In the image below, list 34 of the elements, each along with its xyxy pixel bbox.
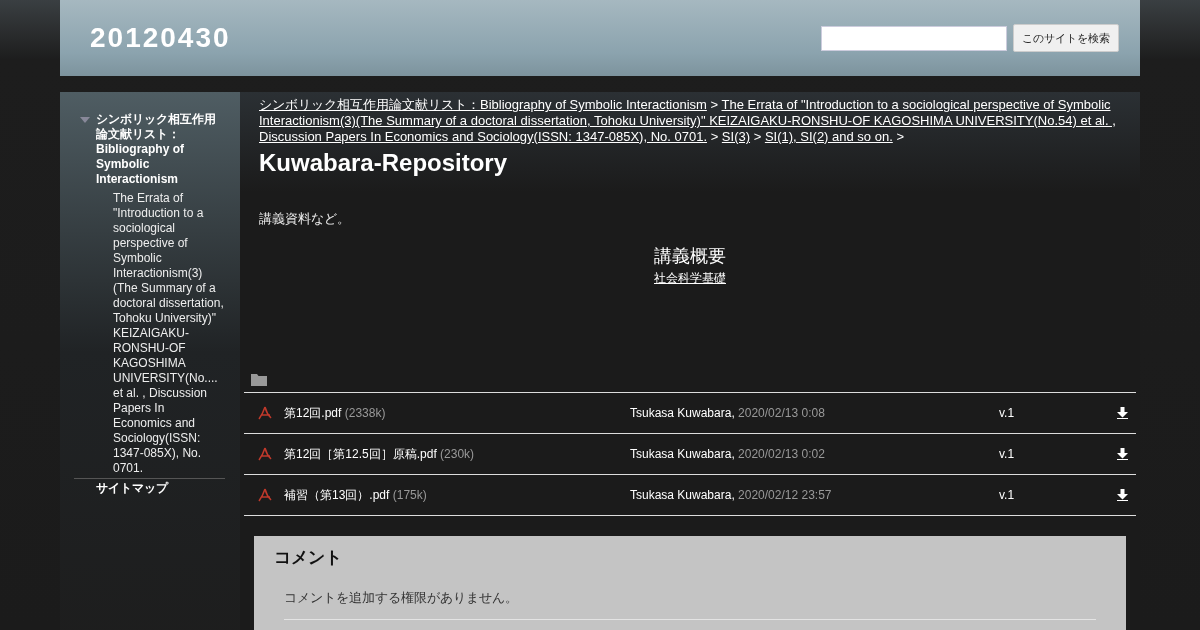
intro-text: 講義資料など。 — [259, 210, 351, 228]
download-icon[interactable] — [1117, 489, 1128, 501]
file-version: v.1 — [999, 447, 1016, 461]
file-version: v.1 — [999, 488, 1016, 502]
sidebar-item[interactable]: シンボリック相互作用論文献リスト：Bibliography of Symbolic Interactionism — [96, 112, 225, 187]
breadcrumb-trail[interactable]: シンボリック相互作用論文献リスト：Bibliography of Symbolic Interactionism > The Errata of "Introduction to a sociological perspective of Symbolic Interactionism(3)(The Summary of a doctoral dissertation, Tohoku University)" KEIZAIGAKU-RONSHU-OF KAGOSHIMA UNIVERSITY(No.54) et al. , Discussion Papers In Economics and Sociology(ISSN: 1347-085X), No. 0701. > SI(3) > SI(1), SI(2) and so on. > — [244, 97, 1136, 145]
file-name-link[interactable]: 第12回.pdf — [284, 405, 342, 420]
download-icon[interactable] — [1117, 407, 1128, 419]
file-author: Tsukasa Kuwabara, — [630, 488, 735, 502]
download-icon[interactable] — [1117, 448, 1128, 460]
file-name-link[interactable]: 補習（第13回）.pdf — [284, 487, 390, 502]
file-date: 2020/02/13 0:02 — [738, 447, 825, 461]
search-field[interactable] — [821, 25, 1007, 51]
file-date: 2020/02/13 0:08 — [738, 406, 825, 420]
pdf-icon — [258, 447, 272, 461]
file-author: Tsukasa Kuwabara, — [630, 447, 735, 461]
file-size: (2338k) — [344, 405, 386, 420]
comments-notice: コメントを追加する権限がありません。 — [284, 589, 1096, 620]
file-version: v.1 — [999, 406, 1016, 420]
file-date: 2020/02/12 23:57 — [738, 488, 832, 502]
overview-link[interactable]: 社会科学基礎 — [654, 271, 726, 285]
pdf-icon — [258, 488, 272, 502]
file-author: Tsukasa Kuwabara, — [630, 406, 735, 420]
file-size: (230k) — [440, 446, 475, 461]
file-name-link[interactable]: 第12回［第12.5回］原稿.pdf — [284, 446, 437, 461]
folder-icon — [251, 374, 267, 386]
search-button[interactable]: このサイトを検索 — [1013, 24, 1119, 52]
comments-heading: コメント — [274, 547, 343, 569]
sidebar-subitem[interactable]: The Errata of "Introduction to a sociological perspective of Symbolic Interactionism(3)(The Summary of a doctoral dissertation, Tohoku University)" KEIZAIGAKU-RONSHU-OF KAGOSHIMA UNIVERSITY(No.... et al. , Discussion Papers In Economics and Sociology(ISSN: 1347-085X), No. 0701. — [74, 191, 225, 476]
sidebar-item[interactable]: サイトマップ — [96, 481, 168, 496]
page-title: Kuwabara-Repository — [259, 149, 509, 177]
overview-heading: 講義概要 — [653, 245, 727, 268]
pdf-icon — [258, 406, 272, 420]
file-size: (175k) — [392, 487, 427, 502]
